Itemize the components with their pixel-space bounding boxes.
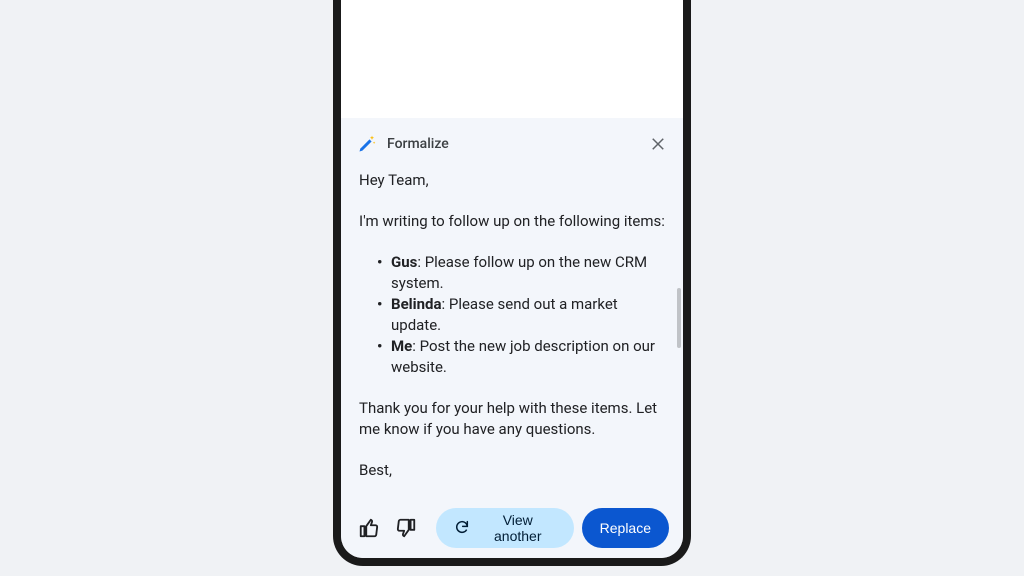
panel-title: Formalize (387, 136, 649, 152)
thumbs-up-button[interactable] (355, 513, 383, 543)
replace-label: Replace (600, 520, 651, 536)
greeting-text: Hey Team, (359, 170, 665, 191)
panel-footer: View another Replace (341, 495, 683, 561)
refresh-icon (454, 519, 470, 538)
list-item: Belinda: Please send out a market update… (377, 294, 665, 336)
upper-content-area (341, 0, 683, 118)
close-icon[interactable] (649, 135, 667, 153)
list-item: Gus: Please follow up on the new CRM sys… (377, 252, 665, 294)
view-another-button[interactable]: View another (436, 508, 574, 548)
formalize-panel: Formalize Hey Team, I'm writing to follo… (341, 118, 683, 561)
intro-text: I'm writing to follow up on the followin… (359, 211, 665, 232)
magic-pencil-icon (357, 134, 377, 154)
replace-button[interactable]: Replace (582, 508, 669, 548)
phone-frame: Formalize Hey Team, I'm writing to follo… (333, 0, 691, 566)
thanks-text: Thank you for your help with these items… (359, 398, 665, 440)
thumbs-down-button[interactable] (391, 513, 419, 543)
signoff-text: Best, (359, 460, 665, 481)
list-item: Me: Post the new job description on our … (377, 336, 665, 378)
generated-text-area[interactable]: Hey Team, I'm writing to follow up on th… (341, 170, 683, 495)
task-list: Gus: Please follow up on the new CRM sys… (359, 252, 665, 378)
view-another-label: View another (480, 512, 556, 544)
panel-header: Formalize (341, 118, 683, 170)
